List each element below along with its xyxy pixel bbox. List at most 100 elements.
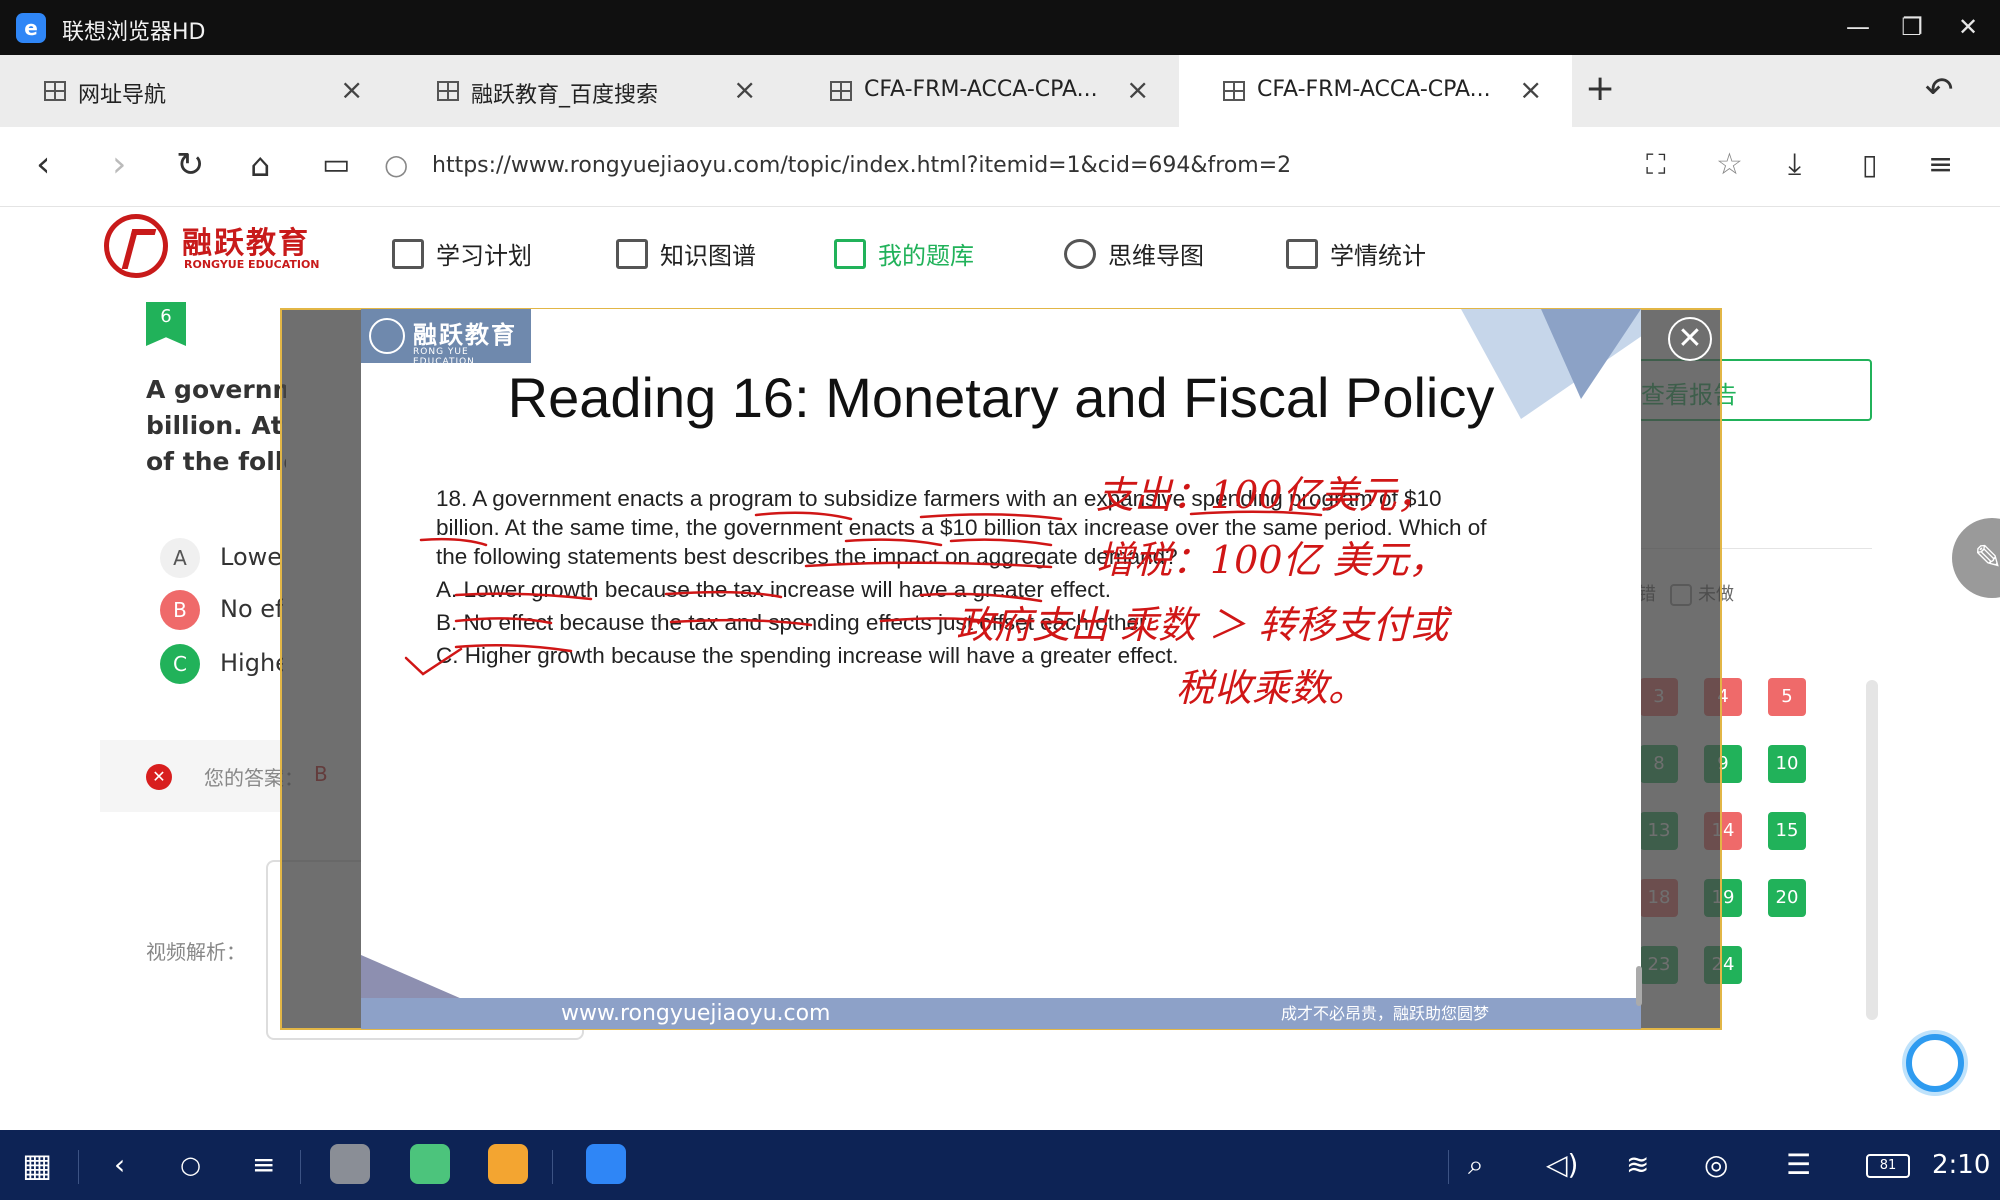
new-tab-button[interactable]: +	[1585, 68, 1615, 109]
books-icon	[834, 239, 866, 269]
footer-slogan: 成才不必昂贵，融跃助您圆梦	[1281, 1004, 1490, 1023]
download-icon[interactable]: ⤓	[1788, 145, 1801, 185]
browser-app-icon: e	[16, 13, 46, 43]
tab-label: CFA-FRM-ACCA-CPA...	[864, 77, 1098, 102]
mind-map-icon	[1064, 239, 1096, 269]
pencil-icon: ✎	[1974, 538, 2000, 578]
option-b[interactable]: B No effect bec	[160, 590, 283, 630]
back-icon[interactable]: ‹	[36, 145, 50, 185]
browser-taskbar-icon[interactable]	[586, 1144, 626, 1184]
nav-study-plan[interactable]: 学习计划	[392, 236, 532, 272]
tab-cfa-1[interactable]: CFA-FRM-ACCA-CPA... ×	[786, 55, 1179, 127]
battery-indicator: 81	[1866, 1154, 1910, 1178]
system-taskbar: ▦ ‹ ○ ≡ ⌕ ◁) ≋ ◎ ☰ 81 2:10	[0, 1130, 2000, 1200]
nav-label: 思维导图	[1108, 242, 1204, 270]
volume-icon[interactable]: ◁)	[1546, 1146, 1578, 1184]
nav-label: 学习计划	[436, 242, 532, 270]
close-window-button[interactable]: ✕	[1948, 10, 1988, 44]
wifi-icon[interactable]: ≋	[1626, 1146, 1649, 1184]
option-text: Lower growth	[220, 543, 283, 571]
tab-strip: 网址导航 × 融跃教育_百度搜索 × CFA-FRM-ACCA-CPA... ×…	[0, 55, 2000, 127]
minimize-button[interactable]: —	[1838, 10, 1878, 44]
question-number-cell[interactable]: 10	[1768, 745, 1806, 783]
handwriting-line: 增税：100亿 美元，	[1096, 538, 1447, 582]
nav-statistics[interactable]: 学情统计	[1286, 236, 1426, 272]
question-number-cell[interactable]: 15	[1768, 812, 1806, 850]
question-number-badge: 6	[146, 302, 186, 346]
tablet-mode-icon[interactable]: ▭	[322, 145, 350, 185]
search-icon[interactable]: ⌕	[1468, 1146, 1484, 1184]
option-letter: A	[160, 538, 200, 578]
search-icon: ○	[384, 148, 409, 181]
calendar-check-icon	[616, 239, 648, 269]
undo-icon[interactable]: ↶	[1925, 70, 1954, 110]
logo-mark-icon	[104, 214, 168, 278]
handwriting-line: 政府支出 乘数 ＞ 转移支付或	[956, 603, 1449, 647]
page-grid-icon	[1223, 81, 1245, 101]
back-nav-icon[interactable]: ‹	[114, 1146, 125, 1184]
footer-url: www.rongyuejiaoyu.com	[561, 1001, 831, 1026]
video-slide[interactable]: 融跃教育 RONG YUE EDUCATION Reading 16: Mone…	[361, 309, 1641, 1029]
bookmarks-icon[interactable]: ▯	[1862, 145, 1877, 185]
window-titlebar: e 联想浏览器HD — ❐ ✕	[0, 0, 2000, 55]
video-analysis-label: 视频解析：	[146, 940, 246, 964]
video-progress-handle[interactable]	[1636, 966, 1642, 1006]
home-circle-icon[interactable]: ○	[180, 1146, 201, 1184]
question-number-cell[interactable]: 5	[1768, 678, 1806, 716]
recents-icon[interactable]: ≡	[252, 1146, 275, 1184]
menu-icon[interactable]: ≡	[1928, 145, 1953, 185]
forward-icon[interactable]: ›	[112, 145, 126, 185]
handwriting-line: 税收乘数。	[1176, 666, 1367, 710]
tab-baidu[interactable]: 融跃教育_百度搜索 ×	[393, 55, 786, 127]
bar-chart-icon	[1286, 239, 1318, 269]
scan-icon[interactable]: ⛶	[1646, 145, 1666, 185]
option-a[interactable]: A Lower growth	[160, 538, 283, 578]
navigation-icon[interactable]: ◎	[1704, 1146, 1728, 1184]
tab-close-icon[interactable]: ×	[1126, 73, 1149, 106]
bookmark-star-icon[interactable]: ☆	[1716, 145, 1743, 185]
edit-fab[interactable]: ✎	[1952, 518, 2000, 598]
option-letter: B	[160, 590, 200, 630]
page-grid-icon	[830, 81, 852, 101]
question-number-cell[interactable]: 20	[1768, 879, 1806, 917]
url-field[interactable]: https://www.rongyuejiaoyu.com/topic/inde…	[432, 153, 1291, 178]
reload-icon[interactable]: ↻	[176, 145, 205, 185]
notifications-icon[interactable]: ☰	[1786, 1146, 1811, 1184]
tab-nav[interactable]: 网址导航 ×	[0, 55, 393, 127]
option-c[interactable]: C Higher growt	[160, 644, 283, 684]
assistant-ring-button[interactable]	[1906, 1034, 1964, 1092]
tab-label: CFA-FRM-ACCA-CPA...	[1257, 77, 1491, 102]
tab-cfa-2-active[interactable]: CFA-FRM-ACCA-CPA... ×	[1179, 55, 1572, 127]
page-grid-icon	[437, 81, 459, 101]
nav-question-bank[interactable]: 我的题库	[834, 236, 974, 272]
tab-close-icon[interactable]: ×	[733, 73, 756, 106]
tab-close-icon[interactable]: ×	[340, 73, 363, 106]
option-letter: C	[160, 644, 200, 684]
files-app-icon[interactable]	[488, 1144, 528, 1184]
question-text: A government ena billion. At the sam of …	[146, 375, 286, 476]
store-app-icon[interactable]	[410, 1144, 450, 1184]
settings-app-icon[interactable]	[330, 1144, 370, 1184]
tab-close-icon[interactable]: ×	[1519, 73, 1542, 106]
logo-subtext: RONGYUE EDUCATION	[184, 258, 320, 271]
nav-mind-map[interactable]: 思维导图	[1064, 236, 1204, 272]
home-icon[interactable]: ⌂	[250, 145, 270, 185]
clock: 2:10	[1932, 1150, 1991, 1180]
divider	[1448, 1150, 1449, 1184]
divider	[552, 1150, 553, 1184]
sidebar-scrollbar[interactable]	[1866, 680, 1878, 1020]
nav-label: 学情统计	[1330, 242, 1426, 270]
option-text: No effect bec	[220, 595, 283, 623]
tab-label: 网址导航	[78, 83, 167, 108]
nav-knowledge-map[interactable]: 知识图谱	[616, 236, 756, 272]
calendar-check-icon	[392, 239, 424, 269]
window-title: 联想浏览器HD	[62, 20, 206, 45]
close-video-button[interactable]: ✕	[1668, 317, 1712, 361]
handwriting-line: 支出：100亿美元，	[1096, 473, 1435, 517]
start-grid-icon[interactable]: ▦	[22, 1146, 52, 1184]
divider	[300, 1150, 301, 1184]
wrong-icon: ✕	[146, 764, 172, 790]
page-grid-icon	[44, 81, 66, 101]
restore-button[interactable]: ❐	[1892, 10, 1932, 44]
tab-label: 融跃教育_百度搜索	[471, 83, 659, 108]
